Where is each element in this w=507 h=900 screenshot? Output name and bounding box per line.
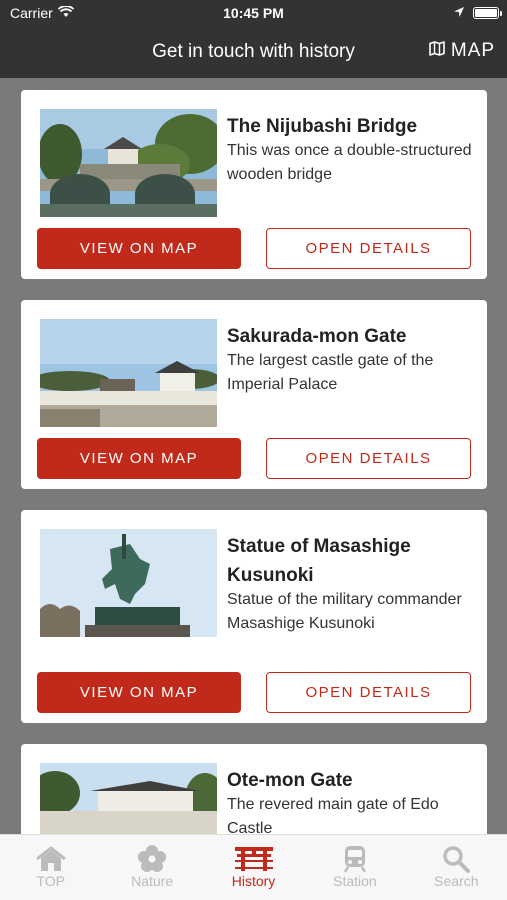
- open-details-button[interactable]: OPEN DETAILS: [266, 438, 471, 479]
- card-title: The Nijubashi Bridge: [227, 116, 418, 137]
- nav-bar: Get in touch with history MAP: [0, 28, 507, 78]
- flower-icon: [138, 845, 167, 873]
- open-details-button[interactable]: OPEN DETAILS: [266, 672, 471, 713]
- tab-label: Search: [434, 873, 479, 889]
- open-details-button[interactable]: OPEN DETAILS: [266, 228, 471, 269]
- tab-label: Nature: [131, 873, 174, 889]
- battery-icon: [473, 7, 502, 19]
- card-description: This was once a double-structured wooden…: [227, 142, 472, 183]
- train-icon: [343, 845, 367, 873]
- map-button-label: MAP: [450, 40, 495, 61]
- tab-station[interactable]: Station: [304, 835, 405, 900]
- search-icon: [442, 845, 471, 873]
- status-time: 10:45 PM: [223, 5, 284, 21]
- view-on-map-button[interactable]: VIEW ON MAP: [37, 438, 241, 479]
- nijubashi-bridge-photo: [40, 109, 217, 217]
- card-description: The largest castle gate of the Imperial …: [227, 352, 434, 393]
- location-icon: [453, 5, 465, 21]
- ote-mon-gate-photo: [40, 763, 217, 834]
- card-title: Sakurada-mon Gate: [227, 326, 407, 347]
- status-bar: Carrier 10:45 PM: [0, 0, 507, 28]
- list-item[interactable]: Sakurada-mon Gate The largest castle gat…: [21, 300, 487, 489]
- card-description: Statue of the military commander Masashi…: [227, 591, 462, 632]
- card-title: Ote-mon Gate: [227, 770, 353, 791]
- card-description: The revered main gate of Edo Castle: [227, 796, 439, 834]
- view-on-map-button[interactable]: VIEW ON MAP: [37, 228, 241, 269]
- tab-nature[interactable]: Nature: [101, 835, 202, 900]
- tab-top[interactable]: TOP: [0, 835, 101, 900]
- home-icon: [35, 845, 67, 873]
- tab-label: History: [231, 873, 276, 889]
- map-button[interactable]: MAP: [429, 40, 495, 62]
- list-item[interactable]: The Nijubashi Bridge This was once a dou…: [21, 90, 487, 279]
- list-item[interactable]: Statue of Masashige Kusunoki Statue of t…: [21, 510, 487, 723]
- tab-label: TOP: [36, 873, 65, 889]
- tab-history[interactable]: History: [203, 835, 304, 900]
- masashige-statue-photo: [40, 529, 217, 637]
- card-title: Statue of Masashige Kusunoki: [227, 536, 411, 586]
- tab-search[interactable]: Search: [406, 835, 507, 900]
- tab-label: Station: [333, 873, 377, 889]
- view-on-map-button[interactable]: VIEW ON MAP: [37, 672, 241, 713]
- tab-bar: TOP Nature History Station Search: [0, 834, 507, 900]
- list-item[interactable]: Ote-mon Gate The revered main gate of Ed…: [21, 744, 487, 834]
- map-icon: [429, 40, 445, 62]
- sakurada-mon-gate-photo: [40, 319, 217, 427]
- torii-icon: [234, 845, 273, 873]
- attractions-list[interactable]: The Nijubashi Bridge This was once a dou…: [0, 78, 507, 834]
